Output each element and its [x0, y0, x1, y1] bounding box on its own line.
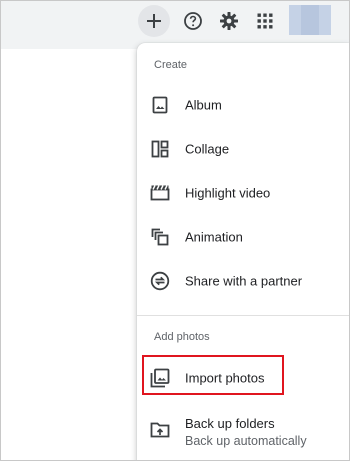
- animation-icon: [150, 227, 170, 247]
- backup-folder-icon: [150, 420, 170, 440]
- album-icon: [150, 95, 170, 115]
- menu-item-label: Highlight video: [185, 185, 271, 201]
- menu-item-highlight-video[interactable]: Highlight video: [137, 171, 349, 215]
- menu-item-label: Animation: [185, 229, 243, 245]
- collage-icon: [150, 139, 170, 159]
- add-photos-section-label: Add photos: [154, 331, 210, 343]
- help-circle-icon: [184, 12, 202, 30]
- plus-icon: [147, 14, 161, 28]
- highlight-video-icon: [150, 183, 170, 203]
- menu-item-back-up-folders[interactable]: Back up folders Back up automatically: [137, 408, 349, 452]
- avatar[interactable]: [289, 5, 331, 35]
- menu-item-sublabel: Back up automatically: [185, 434, 307, 448]
- partner-share-icon: [150, 271, 170, 291]
- menu-item-label: Back up folders: [185, 416, 275, 431]
- create-button[interactable]: [138, 5, 170, 37]
- menu-divider: [137, 315, 349, 316]
- apps-grid-icon: [257, 13, 273, 29]
- menu-item-label: Share with a partner: [185, 273, 303, 289]
- menu-item-share-partner[interactable]: Share with a partner: [137, 259, 349, 303]
- menu-item-label: Album: [185, 97, 222, 113]
- settings-button[interactable]: [213, 5, 245, 37]
- menu-item-album[interactable]: Album: [137, 83, 349, 127]
- app-window: Create Album Collage Highlight video Ani…: [0, 0, 350, 461]
- top-bar: [1, 1, 349, 49]
- highlight-box: [142, 355, 284, 395]
- menu-item-animation[interactable]: Animation: [137, 215, 349, 259]
- apps-button[interactable]: [249, 5, 281, 37]
- create-menu: Create Album Collage Highlight video Ani…: [137, 43, 349, 460]
- gear-icon: [220, 12, 238, 30]
- menu-item-label: Collage: [185, 141, 230, 157]
- create-section-label: Create: [154, 59, 188, 71]
- help-button[interactable]: [177, 5, 209, 37]
- menu-item-collage[interactable]: Collage: [137, 127, 349, 171]
